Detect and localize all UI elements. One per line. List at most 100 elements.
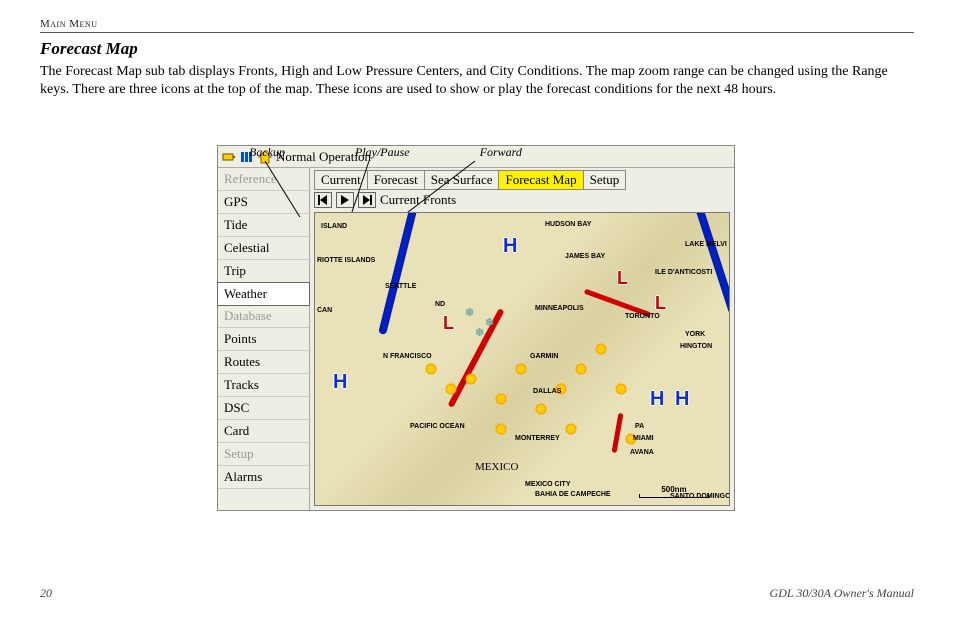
tab-forecast-map[interactable]: Forecast Map [498, 170, 583, 190]
warm-front [612, 413, 624, 453]
map-label: LAKE MELVI [685, 241, 727, 248]
low-pressure-icon: L [617, 268, 628, 289]
sidebar-item-weather[interactable]: Weather [217, 282, 310, 306]
tab-forecast[interactable]: Forecast [367, 170, 425, 190]
battery-icon [222, 150, 236, 164]
sunny-icon [575, 363, 587, 375]
high-pressure-icon: H [675, 388, 689, 411]
map-label: BAHIA DE CAMPECHE [535, 491, 611, 498]
sunny-icon [425, 363, 437, 375]
map-scale: 500nm [639, 485, 709, 495]
controls-row: Current Fronts [310, 190, 734, 210]
sidebar-item-card[interactable]: Card [218, 420, 309, 443]
map-label-mexico: MEXICO [475, 461, 518, 473]
forward-button[interactable] [358, 192, 376, 208]
map-label: JAMES BAY [565, 253, 605, 260]
sunny-icon [595, 343, 607, 355]
sidebar-item-label: Tide [224, 217, 247, 232]
map-label: SEATTLE [385, 283, 416, 290]
sunny-icon [465, 373, 477, 385]
map-label: N FRANCISCO [383, 353, 432, 360]
map-scale-label: 500nm [661, 485, 686, 494]
sidebar-item-label: Tracks [224, 377, 259, 392]
controls-label: Current Fronts [380, 192, 456, 208]
high-pressure-icon: H [333, 371, 347, 394]
sidebar-item-trip[interactable]: Trip [218, 260, 309, 283]
forecast-map[interactable]: H H H H L L L [314, 212, 730, 506]
sidebar-item-setup: Setup [218, 443, 309, 466]
map-label: HUDSON BAY [545, 221, 591, 228]
map-label: YORK [685, 331, 705, 338]
low-pressure-icon: L [443, 313, 454, 334]
sidebar-item-label: Reference [224, 171, 277, 186]
sidebar-item-tide[interactable]: Tide [218, 214, 309, 237]
map-label: HINGTON [680, 343, 712, 350]
map-label: PACIFIC OCEAN [410, 423, 465, 430]
tab-label: Sea Surface [431, 172, 493, 187]
app-body: Reference GPS Tide Celestial Trip Weathe… [218, 168, 734, 510]
tab-setup[interactable]: Setup [583, 170, 627, 190]
map-label: DALLAS [533, 388, 561, 395]
sunny-icon [495, 423, 507, 435]
tab-row: Current Forecast Sea Surface Forecast Ma… [310, 168, 734, 190]
map-label: ISLAND [321, 223, 347, 230]
tab-label: Forecast [374, 172, 418, 187]
sidebar-item-dsc[interactable]: DSC [218, 397, 309, 420]
play-pause-button[interactable] [336, 192, 354, 208]
tab-sea-surface[interactable]: Sea Surface [424, 170, 500, 190]
low-pressure-icon: L [655, 293, 666, 314]
map-label: CAN [317, 307, 332, 314]
backup-button[interactable] [314, 192, 332, 208]
tab-current[interactable]: Current [314, 170, 368, 190]
snow-icon: ❄ [485, 318, 496, 329]
map-label: MEXICO CITY [525, 481, 571, 488]
sunny-icon [495, 393, 507, 405]
sidebar-item-label: Points [224, 331, 257, 346]
section-title: Forecast Map [40, 39, 914, 59]
cold-front [379, 212, 416, 334]
map-label: MINNEAPOLIS [535, 305, 584, 312]
tab-label: Setup [590, 172, 620, 187]
doc-title: GDL 30/30A Owner's Manual [770, 586, 914, 601]
map-label: AVANA [630, 449, 654, 456]
tab-label: Current [321, 172, 361, 187]
sidebar-item-database: Database [218, 305, 309, 328]
map-label: MIAMI [633, 435, 654, 442]
sidebar-item-label: Routes [224, 354, 260, 369]
main-pane: Current Forecast Sea Surface Forecast Ma… [310, 168, 734, 510]
sidebar-item-label: Card [224, 423, 249, 438]
callout-backup: Backup [249, 145, 285, 160]
sidebar-item-label: GPS [224, 194, 248, 209]
app-window: Normal Operation Reference GPS Tide Cele… [217, 145, 735, 511]
sidebar-item-routes[interactable]: Routes [218, 351, 309, 374]
sidebar-item-gps[interactable]: GPS [218, 191, 309, 214]
sidebar-item-label: Alarms [224, 469, 262, 484]
step-forward-icon [362, 195, 372, 205]
sidebar-item-label: Celestial [224, 240, 270, 255]
page-footer: 20 GDL 30/30A Owner's Manual [40, 586, 914, 601]
step-back-icon [318, 195, 328, 205]
page-header: Main Menu [40, 18, 914, 33]
high-pressure-icon: H [503, 235, 517, 258]
sunny-icon [615, 383, 627, 395]
figure: Backup Play/Pause Forward Normal Operati… [217, 145, 737, 511]
map-label: ND [435, 301, 445, 308]
map-label: PA [635, 423, 644, 430]
sidebar-item-label: Trip [224, 263, 246, 278]
sidebar-item-celestial[interactable]: Celestial [218, 237, 309, 260]
sidebar-item-alarms[interactable]: Alarms [218, 466, 309, 489]
sidebar-item-tracks[interactable]: Tracks [218, 374, 309, 397]
sidebar-item-label: Setup [224, 446, 254, 461]
callout-playpause: Play/Pause [355, 145, 410, 160]
sidebar-item-points[interactable]: Points [218, 328, 309, 351]
map-label: MONTERREY [515, 435, 560, 442]
sidebar-item-label: Database [224, 308, 272, 323]
play-icon [340, 195, 350, 205]
page-number: 20 [40, 586, 52, 601]
body-paragraph: The Forecast Map sub tab displays Fronts… [40, 63, 914, 99]
map-label: GARMIN [530, 353, 558, 360]
snow-icon: ❄ [475, 328, 486, 339]
callouts: Backup Play/Pause Forward [249, 145, 522, 160]
sunny-icon [515, 363, 527, 375]
header-menu-label: Main Menu [40, 18, 97, 30]
